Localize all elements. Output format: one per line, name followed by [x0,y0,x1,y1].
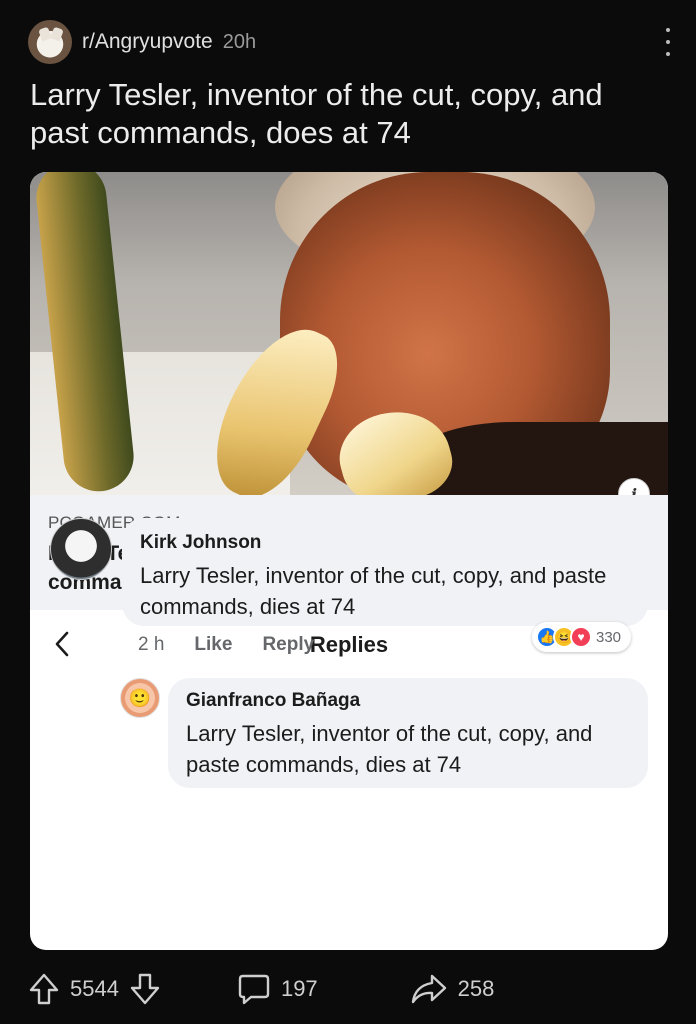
post-age: 20h [222,30,257,53]
comment-bubble-icon [237,972,271,1006]
comments-button[interactable]: 197 [237,972,328,1006]
share-arrow-icon [410,972,448,1006]
comment-count: 197 [280,976,318,1001]
replies-title: Replies [309,632,389,657]
subreddit-name[interactable]: r/Angryupvote [82,30,213,54]
downvote-arrow-icon[interactable] [129,972,161,1006]
share-count: 258 [457,976,495,1001]
post-header: r/Angryupvote 20h [28,20,676,64]
share-button[interactable]: 258 [410,972,505,1006]
post-title[interactable]: Larry Tesler, inventor of the cut, copy,… [30,76,660,152]
article-photo [30,172,668,495]
replies-header: Replies [30,610,668,680]
post-image[interactable]: i PCGAMER.COM Larry Tesler, inventor of … [30,172,668,950]
upvote-count: 5544 [70,976,119,1001]
upvote-arrow-icon[interactable] [28,972,60,1006]
kebab-menu-icon[interactable] [660,28,676,56]
subreddit-avatar[interactable] [28,20,72,64]
link-preview[interactable]: PCGAMER.COM Larry Tesler, inventor of th… [30,495,668,610]
link-domain: PCGAMER.COM [48,513,181,532]
link-title: Larry Tesler, inventor of the cut, copy,… [48,542,530,594]
vote-group: 5544 [28,972,161,1006]
post-action-bar: 5544 197 258 [28,964,676,1014]
